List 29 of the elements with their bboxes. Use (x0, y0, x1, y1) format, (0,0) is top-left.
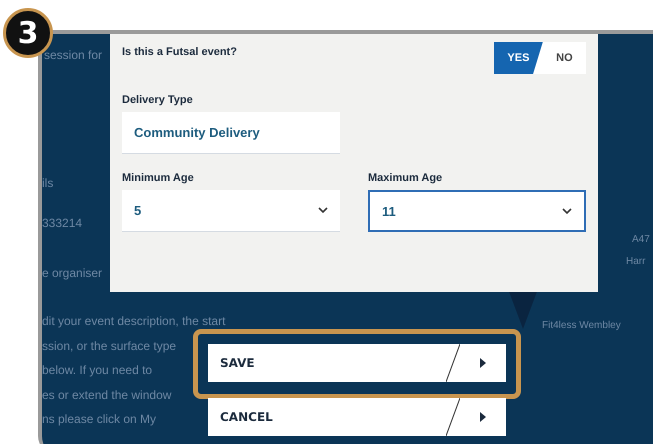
map-label: Fit4less Wembley (542, 320, 621, 331)
field-label: Is this a Futsal event? (122, 46, 237, 58)
background-text: e organiser (42, 266, 102, 280)
age-dropdown[interactable]: 11 (368, 190, 586, 232)
caret-right-icon (480, 358, 486, 368)
toggle-option[interactable]: YES (494, 42, 543, 74)
slash-divider (446, 344, 460, 382)
background-text: es or extend the window (42, 388, 172, 402)
background-text: dit your event description, the start (42, 314, 226, 328)
background-text: session for (44, 48, 102, 62)
field-label: Delivery Type (122, 94, 194, 106)
background-text: below. If you need to (42, 363, 152, 377)
chevron-down-icon (318, 207, 328, 214)
background-text: ns please click on My (42, 412, 156, 426)
action-button[interactable]: CANCEL (208, 398, 506, 436)
background-text: ils (42, 176, 54, 190)
toggle-option[interactable]: NO (542, 42, 586, 74)
map-label: Harr (626, 256, 646, 267)
age-dropdown[interactable]: 5 (122, 190, 340, 232)
map-label: A47 (632, 234, 650, 245)
field-label: Minimum Age (122, 172, 195, 184)
chevron-down-icon (562, 208, 572, 214)
slash-divider (446, 398, 460, 436)
action-button[interactable]: SAVE (208, 344, 506, 382)
background-text: 333214 (42, 216, 82, 230)
background-text: ssion, or the surface type (42, 339, 176, 353)
delivery-type-field[interactable]: Community Delivery (122, 112, 340, 154)
field-label: Maximum Age (368, 172, 444, 184)
caret-right-icon (480, 412, 486, 422)
